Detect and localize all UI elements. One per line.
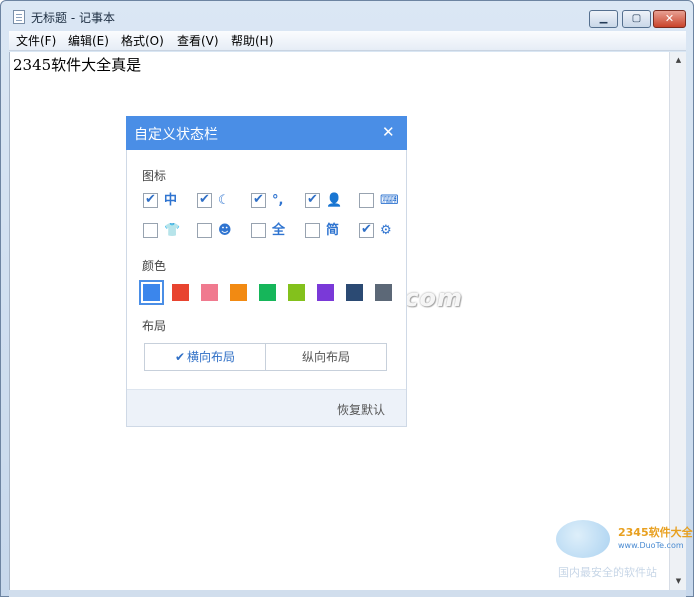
user-icon: 👤 (326, 193, 343, 208)
menu-view[interactable]: 查看(V) (173, 33, 223, 49)
close-button[interactable]: ✕ (653, 10, 686, 28)
check-icon: ✔ (199, 192, 210, 207)
custom-statusbar-dialog: 自定义状态栏 ✕ 图标 颜色 布局 ✔ 横向布局 纵向布局 恢复默认 ✔ 中 ✔ ☾ ✔ °… (126, 116, 407, 427)
notepad-app-icon (13, 10, 25, 24)
color-swatch[interactable] (201, 284, 218, 301)
watermark-slogan: 国内最安全的软件站 (558, 566, 657, 579)
layout-toggle: ✔ 横向布局 纵向布局 (144, 343, 387, 371)
checkbox[interactable]: ✔ (251, 192, 266, 208)
checkbox[interactable]: ✔ (305, 192, 320, 208)
check-icon: ✔ (145, 192, 156, 207)
menu-edit[interactable]: 编辑(E) (64, 33, 113, 49)
reset-default-button[interactable]: 恢复默认 (337, 401, 385, 418)
icon-option[interactable]: ✔👕 (143, 221, 193, 241)
full-width-icon: 全 (272, 223, 286, 238)
moon-icon: ☾ (218, 193, 230, 208)
scroll-down-icon[interactable]: ▼ (671, 574, 686, 589)
color-swatch[interactable] (172, 284, 189, 301)
icon-option[interactable]: ✔ ☾ (197, 191, 247, 211)
icon-option[interactable]: ✔ 中 (143, 191, 193, 211)
color-swatch[interactable] (230, 284, 247, 301)
watermark-brand: 2345软件大全 (618, 526, 693, 539)
checkbox[interactable]: ✔ (143, 192, 158, 208)
icon-option[interactable]: ✔简 (305, 221, 355, 241)
color-swatch[interactable] (375, 284, 392, 301)
check-icon: ✔ (174, 350, 186, 364)
checkbox[interactable]: ✔ (197, 192, 212, 208)
check-icon: ✔ (307, 192, 318, 207)
horizontal-layout-label: 横向布局 (187, 350, 236, 364)
horizontal-layout-button[interactable]: ✔ 横向布局 (145, 344, 266, 370)
layout-section-label: 布局 (142, 319, 167, 333)
scroll-up-icon[interactable]: ▲ (671, 53, 686, 68)
checkbox[interactable]: ✔ (197, 223, 212, 238)
maximize-button[interactable]: ▢ (622, 10, 651, 28)
colors-section-label: 颜色 (142, 259, 167, 273)
keyboard-icon: ⌨ (380, 193, 399, 208)
icon-option[interactable]: ✔⌨ (359, 191, 409, 211)
check-icon: ✔ (361, 222, 372, 237)
icons-section-label: 图标 (142, 169, 167, 183)
icon-option[interactable]: ✔ °, (251, 191, 301, 211)
menu-file[interactable]: 文件(F) (12, 33, 60, 49)
dialog-header: 自定义状态栏 ✕ (126, 116, 407, 150)
settings-gear-icon: ⚙ (380, 223, 392, 238)
check-icon: ✔ (253, 192, 264, 207)
editor-content[interactable]: 2345软件大全真是 (13, 54, 141, 75)
mascot-logo-icon (556, 520, 610, 558)
vertical-layout-button[interactable]: 纵向布局 (266, 344, 386, 370)
vertical-scrollbar[interactable]: ▲ ▼ (669, 52, 686, 590)
icon-option[interactable]: ✔ ⚙ (359, 221, 409, 241)
checkbox[interactable]: ✔ (305, 223, 320, 238)
window-bottom-border (9, 590, 686, 597)
icon-option[interactable]: ✔全 (251, 221, 301, 241)
checkbox[interactable]: ✔ (251, 223, 266, 238)
minimize-button[interactable]: ▁ (589, 10, 618, 28)
color-swatch[interactable] (346, 284, 363, 301)
chinese-mode-icon: 中 (164, 193, 178, 208)
dialog-close-icon[interactable]: ✕ (382, 124, 395, 140)
punctuation-icon: °, (272, 193, 284, 208)
color-swatch[interactable] (317, 284, 334, 301)
emoji-icon: ☻ (218, 223, 232, 238)
checkbox[interactable]: ✔ (359, 222, 374, 238)
menu-format[interactable]: 格式(O) (117, 33, 168, 49)
simplified-icon: 简 (326, 223, 340, 238)
dialog-title: 自定义状态栏 (134, 127, 218, 143)
checkbox[interactable]: ✔ (143, 223, 158, 238)
skin-shirt-icon: 👕 (164, 223, 181, 238)
title-bar[interactable]: 无标题 - 记事本 ▁ ▢ ✕ (1, 1, 693, 31)
color-swatch[interactable] (259, 284, 276, 301)
menu-help[interactable]: 帮助(H) (227, 33, 277, 49)
color-swatch[interactable] (139, 280, 164, 305)
watermark-url: www.DuoTe.com (618, 541, 684, 550)
icon-option[interactable]: ✔ 👤 (305, 191, 355, 211)
color-swatch[interactable] (288, 284, 305, 301)
window-title: 无标题 - 记事本 (31, 11, 115, 25)
menu-bar: 文件(F) 编辑(E) 格式(O) 查看(V) 帮助(H) (9, 31, 686, 51)
checkbox[interactable]: ✔ (359, 193, 374, 208)
dialog-footer: 恢复默认 (127, 389, 406, 426)
icon-option[interactable]: ✔☻ (197, 221, 247, 241)
